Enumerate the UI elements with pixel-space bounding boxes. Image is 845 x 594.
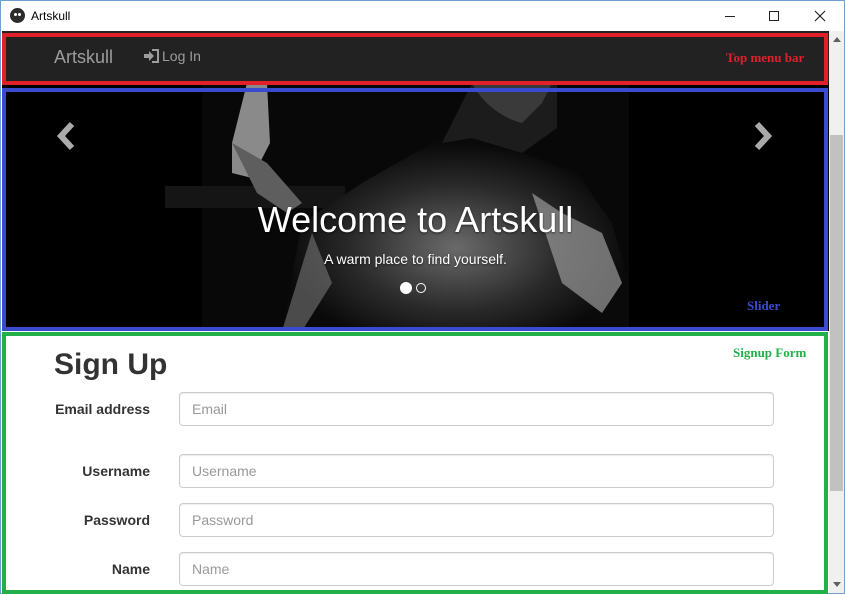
image-slider: Welcome to Artskull A warm place to find…: [2, 83, 829, 331]
slide-indicators: [400, 282, 426, 294]
title-bar: Artskull: [1, 1, 844, 31]
top-navbar: Artskull Log In: [2, 31, 829, 83]
top-menu-annotation-label: Top menu bar: [726, 50, 805, 65]
signup-form: Sign Up Email address Username Password …: [2, 331, 829, 593]
email-field[interactable]: [179, 392, 774, 426]
form-title: Sign Up: [54, 348, 168, 381]
next-slide-button[interactable]: [747, 119, 777, 153]
login-link[interactable]: Log In: [143, 48, 201, 64]
skull-icon: [10, 8, 25, 23]
maximize-icon: [769, 11, 779, 21]
prev-slide-button[interactable]: [52, 119, 82, 153]
chevron-right-icon: [754, 121, 773, 151]
window-title: Artskull: [31, 9, 71, 23]
navbar-brand[interactable]: Artskull: [54, 47, 113, 68]
password-label: Password: [83, 512, 150, 528]
name-field[interactable]: [179, 552, 774, 586]
slide-indicator-2[interactable]: [416, 283, 426, 293]
scroll-up-button[interactable]: [829, 31, 844, 48]
email-label: Email address: [55, 401, 150, 417]
login-icon: [144, 49, 159, 63]
chevron-left-icon: [56, 121, 75, 151]
maximize-button[interactable]: [751, 1, 797, 31]
slide-subtitle: A warm place to find yourself.: [324, 251, 507, 267]
minimize-icon: [725, 15, 735, 17]
scrollbar-thumb[interactable]: [830, 135, 843, 491]
username-field[interactable]: [179, 454, 774, 488]
scroll-down-button[interactable]: [829, 576, 844, 593]
login-label: Log In: [162, 48, 201, 64]
close-button[interactable]: [797, 1, 843, 31]
app-window: Artskull Artskull Log In Welcome to Arts…: [0, 0, 845, 594]
slide-indicator-1[interactable]: [400, 282, 412, 294]
password-field[interactable]: [179, 503, 774, 537]
slide-title: Welcome to Artskull: [257, 199, 574, 240]
scroll-down-icon: [832, 582, 841, 587]
minimize-button[interactable]: [707, 1, 753, 31]
vertical-scrollbar[interactable]: [829, 31, 844, 593]
name-label: Name: [111, 561, 150, 577]
username-label: Username: [82, 463, 150, 479]
close-icon: [814, 10, 826, 22]
signup-annotation-label: Signup Form: [733, 345, 807, 360]
slider-annotation-label: Slider: [747, 298, 781, 313]
scroll-up-icon: [832, 37, 841, 42]
